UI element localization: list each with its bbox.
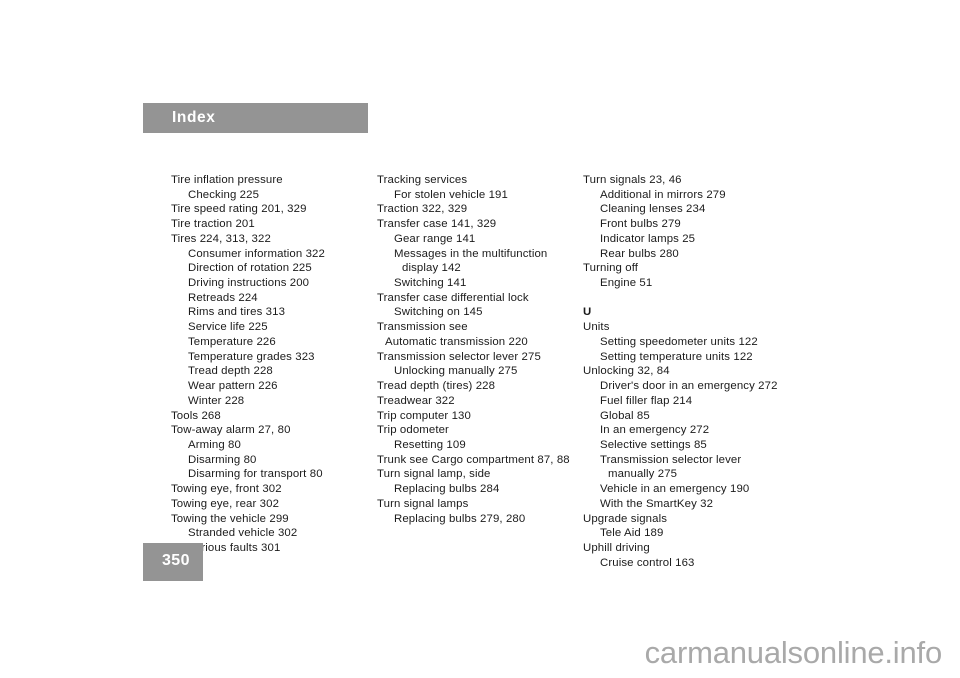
index-entry: Unlocking 32, 84 [583,365,670,378]
index-subentry: Global 85 [600,409,650,422]
index-subentry: Switching on 145 [394,306,483,319]
index-subentry: Wear pattern 226 [188,380,278,393]
index-subentry: Driver's door in an emergency 272 [600,380,778,393]
index-entry: Towing eye, rear 302 [171,497,280,510]
index-entry: Transfer case differential lock [377,291,529,304]
index-subentry: Checking 225 [188,188,260,201]
index-entry: Turn signal lamps [377,497,469,510]
index-entry: Turn signals 23, 46 [583,174,682,186]
index-subentry: Setting temperature units 122 [600,350,753,363]
index-subentry: Service life 225 [188,321,268,334]
index-entry: Tires 224, 313, 322 [171,232,271,245]
index-subentry: Cruise control 163 [600,556,695,569]
index-entry: Trip odometer [377,424,449,437]
index-subentry: Gear range 141 [394,232,476,245]
index-entry: Turning off [583,262,639,275]
index-entry: Traction 322, 329 [377,203,468,216]
index-column-1: Tire inflation pressure Checking 225 Tire … [171,173,367,556]
index-entry: Towing the vehicle 299 [171,512,289,525]
index-subentry: Driving instructions 200 [188,277,310,290]
index-subentry: Tele Aid 189 [600,527,664,540]
index-header-bar: Index [143,103,368,133]
index-column-2: Tracking services For stolen vehicle 191 T… [377,173,573,526]
index-subentry: Stranded vehicle 302 [188,527,298,540]
index-subentry: With the SmartKey 32 [600,497,714,510]
index-entry: Tire inflation pressure [171,174,283,186]
index-subentry: Tread depth 228 [188,365,273,378]
index-subentry: Engine 51 [600,277,653,290]
index-subentry: Rear bulbs 280 [600,247,679,260]
page-number: 350 [162,552,190,569]
index-entry: Transfer case 141, 329 [377,218,497,231]
site-watermark: carmanualsonline.info [644,635,943,670]
index-subentry: Additional in mirrors 279 [600,188,726,201]
index-subentry: Disarming for transport 80 [188,468,323,481]
index-subentry: Winter 228 [188,394,245,407]
index-subentry: Cleaning lenses 234 [600,203,706,216]
index-subentry: Messages in the multifunction [394,247,548,260]
index-entry: Tools 268 [171,409,221,422]
index-entry: Trunk see Cargo compartment 87, 88 [377,453,570,466]
index-subentry: Indicator lamps 25 [600,232,696,245]
index-subentry: Temperature 226 [188,335,276,348]
index-subentry: Transmission selector lever [600,453,742,466]
index-entry: Tire traction 201 [171,218,255,231]
index-subentry: Fuel filler flap 214 [600,394,693,407]
index-entry: Tread depth (tires) 228 [377,380,496,393]
index-subentry: Arming 80 [188,438,241,451]
index-entry: Treadwear 322 [377,394,455,407]
index-subentry: Consumer information 322 [188,247,325,260]
index-entry: Uphill driving [583,541,650,554]
index-subentry: Replacing bulbs 279, 280 [394,512,526,525]
index-page: Index Tire inflation pressure Checking 22… [0,0,960,678]
index-entry: Transmission see [377,321,468,334]
index-entry: Tire speed rating 201, 329 [171,203,307,216]
page-title: Index [172,109,216,126]
page-number-box: 350 [143,543,203,581]
index-subentry: Retreads 224 [188,291,258,304]
index-subentry: Rims and tires 313 [188,306,286,319]
index-subentry: display 142 [402,262,461,275]
index-subentry: Vehicle in an emergency 190 [600,483,750,496]
index-subentry: Unlocking manually 275 [394,365,518,378]
index-entry: Trip computer 130 [377,409,471,422]
index-entry: Tracking services [377,174,468,186]
index-subentry: Direction of rotation 225 [188,262,312,275]
index-column-3: Turn signals 23, 46 Additional in mirrors… [583,173,779,570]
index-section-letter: U [583,306,592,319]
index-subentry: Setting speedometer units 122 [600,335,758,348]
index-entry: Towing eye, front 302 [171,483,282,496]
index-subentry: In an emergency 272 [600,424,710,437]
index-subentry: For stolen vehicle 191 [394,188,508,201]
index-subentry: manually 275 [608,468,678,481]
index-subentry: Selective settings 85 [600,438,707,451]
index-entry: Units [583,321,610,334]
index-entry: Transmission selector lever 275 [377,350,541,363]
index-subentry: Switching 141 [394,277,467,290]
index-entry: Turn signal lamp, side [377,468,491,481]
index-section-gap [583,291,779,306]
index-subentry: Temperature grades 323 [188,350,315,363]
index-subentry: Front bulbs 279 [600,218,681,231]
index-subentry: Disarming 80 [188,453,257,466]
index-subentry: Resetting 109 [394,438,466,451]
index-entry: Tow-away alarm 27, 80 [171,424,291,437]
index-entry: Upgrade signals [583,512,668,525]
index-entry-see-reference: Automatic transmission 220 [385,335,528,348]
index-subentry: Replacing bulbs 284 [394,483,500,496]
